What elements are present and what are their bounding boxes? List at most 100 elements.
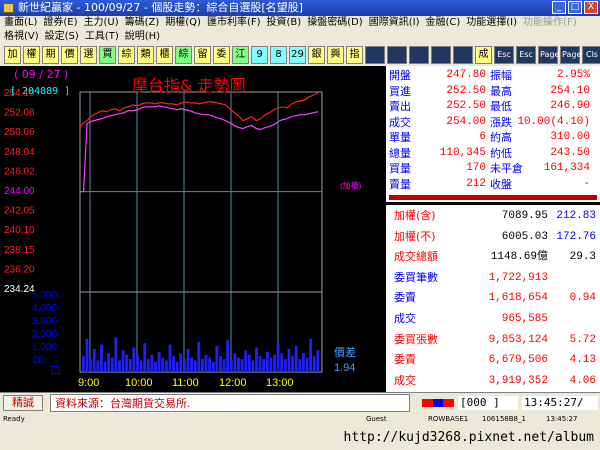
menu-item[interactable]: 畫面(L) <box>4 16 37 30</box>
chart-frame <box>79 91 323 373</box>
volume-bar <box>280 353 284 372</box>
menu-item[interactable]: 格視(V) <box>4 30 39 44</box>
y-tick-label: 244.00 <box>4 186 35 197</box>
toolbar-button[interactable] <box>453 46 473 64</box>
info-separator <box>386 192 600 202</box>
window-title: 新世紀贏家 - 100/09/27 - 個股走勢：綜合自選股[名望股] <box>18 1 303 14</box>
volume-tick-label: 5,000 <box>32 290 57 301</box>
toolbar-button[interactable] <box>409 46 429 64</box>
intraday-chart[interactable]: 254.10252.08250.06248.04246.02244.00242.… <box>0 66 385 392</box>
volume-bar <box>110 357 114 372</box>
volume-bar <box>233 353 237 372</box>
menu-item[interactable]: 籌碼(Z) <box>125 16 160 30</box>
toolbar-button[interactable]: Cls <box>582 46 600 64</box>
menu-item[interactable]: 金融(C) <box>425 16 460 30</box>
toolbar-button[interactable]: 8 <box>270 46 287 64</box>
menu-item[interactable]: 功能選擇(I) <box>466 16 517 30</box>
window-controls: _ □ X <box>552 1 598 14</box>
summary-value: 1148.69億 <box>490 251 548 264</box>
volume-bar <box>175 361 179 372</box>
menu-item[interactable]: 工具(T) <box>85 30 119 44</box>
toolbar-button[interactable]: 類 <box>137 46 154 64</box>
volume-bar <box>161 357 165 372</box>
volume-bar <box>283 359 287 372</box>
volume-bar <box>240 359 244 372</box>
quote-label: 買量 <box>389 162 411 175</box>
diff-label: 價差 <box>334 345 356 359</box>
toolbar-button[interactable]: 銀 <box>308 46 325 64</box>
volume-bar <box>172 356 175 372</box>
quote-label: 收盤 <box>490 177 512 191</box>
close-button[interactable]: X <box>584 1 598 14</box>
quote-value: 254.00 <box>446 115 486 128</box>
toolbar-button[interactable]: 綜 <box>118 46 135 64</box>
toolbar-button[interactable]: 委 <box>213 46 230 64</box>
volume-bar <box>312 356 316 372</box>
minimize-button[interactable]: _ <box>552 1 566 14</box>
volume-bar <box>82 356 85 372</box>
summary-row: 加權(含) 7089.95 212.83 <box>386 205 600 227</box>
toolbar-button[interactable] <box>365 46 385 64</box>
volume-bar <box>85 338 89 372</box>
toolbar-button[interactable]: 買 <box>99 46 116 64</box>
toolbar-button[interactable]: 期 <box>42 46 59 64</box>
volume-bar <box>125 354 129 372</box>
toolbar-button[interactable]: 櫃 <box>156 46 173 64</box>
toolbar-button[interactable]: Esc <box>494 46 514 64</box>
summary-value: 1,722,913 <box>488 271 548 284</box>
quote-value: 161,334 <box>543 162 590 174</box>
chart-title: 摩台指& 走勢圖 <box>132 76 246 95</box>
status-time: 13:45:27 <box>546 415 578 423</box>
toolbar-button[interactable]: 29 <box>289 46 306 64</box>
quote-row: 成交 254.00 漲跌 10.00(4.10) <box>386 115 600 130</box>
quote-label: 振幅 <box>490 69 512 82</box>
volume-bar <box>219 356 222 372</box>
summary-extra: 5.72 <box>569 333 596 346</box>
summary-extra: 29.3 <box>569 251 596 264</box>
toolbar-button[interactable]: 成 <box>475 46 492 64</box>
toolbar-button[interactable]: Page <box>538 46 559 64</box>
quote-value: 252.50 <box>446 100 486 112</box>
quote-value: 254.10 <box>550 84 590 97</box>
quote-label: 賣量 <box>389 177 411 191</box>
toolbar-button[interactable]: 價 <box>61 46 78 64</box>
toolbar-button[interactable]: Esc <box>516 46 536 64</box>
menu-item[interactable]: 證券(E) <box>43 16 77 30</box>
menu-item[interactable]: 主力(U) <box>84 16 119 30</box>
toolbar-button[interactable]: 綜 <box>175 46 192 64</box>
toolbar-button[interactable]: Page <box>560 46 581 64</box>
maximize-button[interactable]: □ <box>568 1 582 14</box>
data-source: 資料來源：台灣期貨交易所. <box>50 394 410 412</box>
menu-item[interactable]: 國際資訊(I) <box>369 16 420 30</box>
y-tick-label: 250.06 <box>4 127 35 138</box>
volume-bar <box>182 359 186 372</box>
vendor-button[interactable]: 精誠 <box>3 395 43 411</box>
toolbar-button[interactable]: 指 <box>346 46 363 64</box>
volume-bar <box>269 357 273 372</box>
toolbar-button[interactable]: 9 <box>251 46 268 64</box>
toolbar-button[interactable] <box>387 46 407 64</box>
stock-code-input[interactable]: [000 ] <box>458 396 518 410</box>
toolbar-button[interactable]: 江 <box>232 46 249 64</box>
toolbar-button[interactable] <box>431 46 451 64</box>
volume-bar <box>294 346 298 372</box>
volume-unit-label: 口 <box>50 365 61 377</box>
toolbar-button[interactable]: 加 <box>4 46 21 64</box>
toolbar-button[interactable]: 選 <box>80 46 97 64</box>
quote-label: 開盤 <box>389 69 411 82</box>
menu-item[interactable]: 設定(S) <box>45 30 79 44</box>
volume-bar <box>226 340 230 372</box>
toolbar-button[interactable]: 留 <box>194 46 211 64</box>
volume-bar <box>208 357 212 372</box>
volume-bar <box>287 348 291 372</box>
menu-item[interactable]: 匯市利率(F) <box>207 16 261 30</box>
menu-item[interactable]: 投資(B) <box>267 16 302 30</box>
volume-bar <box>262 359 266 372</box>
toolbar-button[interactable]: 權 <box>23 46 40 64</box>
menu-item[interactable]: 期權(Q) <box>165 16 201 30</box>
menu-item[interactable]: 操盤密碼(D) <box>307 16 363 30</box>
status-ready: Ready <box>3 415 25 423</box>
x-tick-label: 9:00 <box>78 377 99 389</box>
toolbar-button[interactable]: 興 <box>327 46 344 64</box>
menu-item[interactable]: 說明(H) <box>125 30 160 44</box>
